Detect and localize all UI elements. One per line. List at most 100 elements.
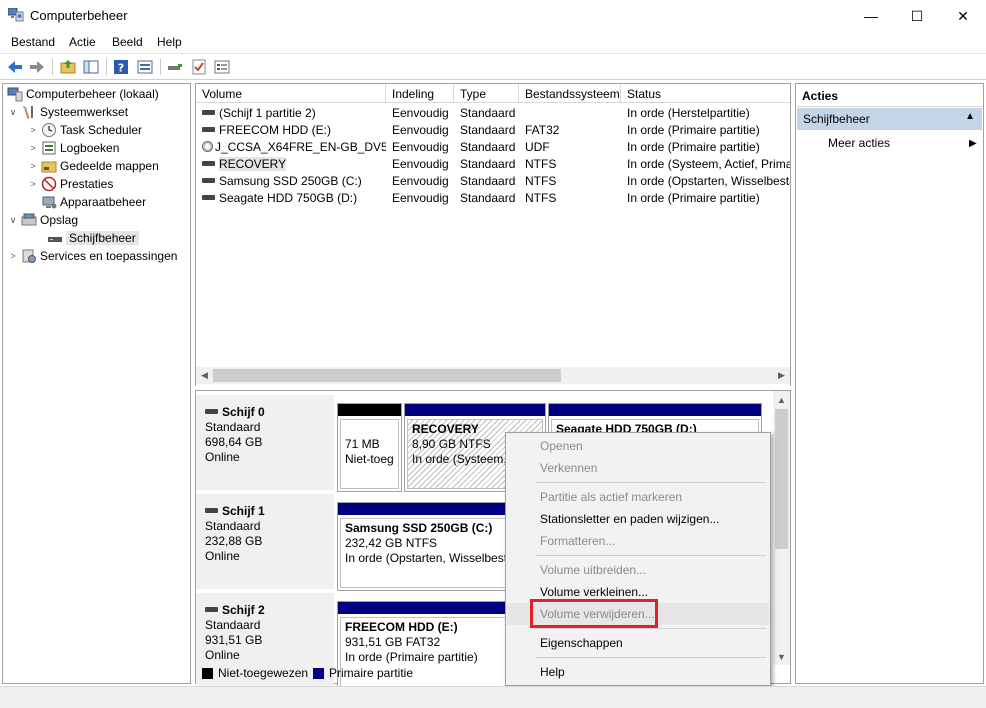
tree-item-schijfbeheer[interactable]: Schijfbeheer [45,229,139,247]
table-row[interactable]: RECOVERY Eenvoudig Standaard NTFS In orde (S… [196,156,790,173]
back-arrow-icon[interactable] [6,58,24,76]
collapse-up-icon[interactable]: ▲ [965,111,975,122]
help-icon[interactable]: ? [112,58,130,76]
show-hide-tree-icon[interactable] [82,58,100,76]
chevron-down-icon[interactable]: ∨ [7,107,19,118]
vertical-scrollbar[interactable]: ▲ ▼ [773,391,790,665]
navigation-tree: Computerbeheer (lokaal) ∨ Systeemwerkset… [2,83,191,684]
properties-icon[interactable] [136,58,154,76]
menu-item-change-drive-letter[interactable]: Stationsletter en paden wijzigen... [507,508,769,530]
table-cell: In orde (Opstarten, Wisselbesta [627,174,790,188]
column-header-volume[interactable]: Volume [196,84,386,103]
actions-more-link[interactable]: Meer acties [828,136,890,150]
horizontal-scrollbar[interactable]: ◀ ▶ [196,367,790,384]
table-row[interactable]: Seagate HDD 750GB (D:) Eenvoudig Standaard… [196,190,790,207]
tree-item-systeemwerkset[interactable]: ∨ Systeemwerkset [7,103,128,121]
menu-item-format[interactable]: Formatteren... [507,530,769,552]
partition[interactable]: 71 MB Niet-toeg [337,403,402,492]
table-cell: Eenvoudig [392,140,449,154]
chevron-right-icon[interactable]: > [27,161,39,171]
menu-item-help[interactable]: Help [507,661,769,683]
performance-icon [41,176,57,192]
actions-pane: Acties Schijfbeheer ▲ Meer acties ▶ [795,83,984,684]
actions-header: Acties [797,85,982,107]
scroll-right-icon[interactable]: ▶ [773,367,790,384]
menu-bestand[interactable]: Bestand [11,35,55,49]
minimize-button[interactable]: — [848,0,894,32]
partition-line: 71 MB [345,437,380,451]
chevron-right-icon[interactable]: > [7,251,19,261]
table-cell: J_CCSA_X64FRE_EN-GB_DV5 (I:) [202,140,386,154]
table-cell: Standaard [460,157,516,171]
table-cell: Seagate HDD 750GB (D:) [202,191,386,205]
disk-label[interactable]: Schijf 1 Standaard 232,88 GB Online [196,494,334,591]
chevron-right-icon[interactable]: > [27,143,39,153]
menu-item-properties[interactable]: Eigenschappen [507,632,769,654]
optical-drive-icon [202,141,213,153]
column-header-bestandssysteem[interactable]: Bestandssysteem [519,84,621,103]
table-row[interactable]: FREECOM HDD (E:) Eenvoudig Standaard FAT32 I… [196,122,790,139]
table-row[interactable]: (Schijf 1 partitie 2) Eenvoudig Standaard I… [196,105,790,122]
check-icon[interactable] [190,58,208,76]
chevron-right-icon[interactable]: > [27,179,39,189]
chevron-right-icon[interactable]: > [27,125,39,135]
menu-beeld[interactable]: Beeld [112,35,143,49]
maximize-button[interactable]: ☐ [894,0,940,32]
tree-item-opslag[interactable]: ∨ Opslag [7,211,78,229]
disk-label[interactable]: Schijf 0 Standaard 698,64 GB Online [196,395,334,492]
column-header-status[interactable]: Status [621,84,791,103]
menu-item-verkennen[interactable]: Verkennen [507,457,769,479]
legend-primary: Primaire partitie [313,666,413,680]
scroll-up-icon[interactable]: ▲ [773,391,790,408]
table-cell: Standaard [460,174,516,188]
table-cell: Eenvoudig [392,191,449,205]
connect-icon[interactable] [166,58,184,76]
device-manager-icon [42,196,57,209]
table-cell: FREECOM HDD (E:) [202,123,386,137]
table-cell: In orde (Systeem, Actief, Primai [627,157,790,171]
tree-item-root[interactable]: Computerbeheer (lokaal) [5,85,159,103]
menu-item-extend-volume[interactable]: Volume uitbreiden... [507,559,769,581]
scrollbar-thumb[interactable] [213,369,561,382]
computer-management-icon [8,8,24,22]
disk-size: 698,64 GB [205,435,263,449]
menu-actie[interactable]: Actie [69,35,96,49]
disk-type: Standaard [205,618,261,632]
list-icon[interactable] [213,58,231,76]
forward-arrow-icon[interactable] [28,58,46,76]
submenu-arrow-icon[interactable]: ▶ [969,138,977,149]
disk-state: Online [205,648,240,662]
table-cell: NTFS [525,157,557,171]
table-cell: Standaard [460,123,516,137]
tree-item-gedeelde-mappen[interactable]: > Gedeelde mappen [27,157,158,175]
drive-icon [202,127,215,133]
tree-item-apparaatbeheer[interactable]: Apparaatbeheer [39,193,146,211]
legend-unallocated: Niet-toegewezen [202,666,308,680]
menu-help[interactable]: Help [157,35,182,49]
chevron-down-icon[interactable]: ∨ [7,215,19,226]
tree-item-task-scheduler[interactable]: > Task Scheduler [27,121,142,139]
volume-list-header: Volume Indeling Type Bestandssysteem Sta… [196,84,790,103]
column-header-type[interactable]: Type [454,84,519,103]
scroll-left-icon[interactable]: ◀ [196,367,213,384]
tree-item-services[interactable]: > Services en toepassingen [7,247,177,265]
close-button[interactable]: ✕ [940,0,986,32]
scrollbar-thumb[interactable] [775,409,788,549]
table-row[interactable]: J_CCSA_X64FRE_EN-GB_DV5 (I:) Eenvoudig Sta… [196,139,790,156]
table-row[interactable]: Samsung SSD 250GB (C:) Eenvoudig Standaard… [196,173,790,190]
partition-bar [338,404,401,416]
table-cell: (Schijf 1 partitie 2) [202,106,386,120]
column-header-indeling[interactable]: Indeling [386,84,454,103]
actions-section-schijfbeheer[interactable]: Schijfbeheer ▲ [797,108,982,130]
disk-type: Standaard [205,420,261,434]
tree-item-prestaties[interactable]: > Prestaties [27,175,113,193]
volume-list: Volume Indeling Type Bestandssysteem Sta… [195,83,791,386]
disk-name: Schijf 1 [205,504,334,519]
drive-icon [202,161,215,167]
folder-up-icon[interactable] [59,58,77,76]
table-cell: Standaard [460,106,516,120]
tree-item-logboeken[interactable]: > Logboeken [27,139,119,157]
menu-item-openen[interactable]: Openen [507,435,769,457]
scroll-down-icon[interactable]: ▼ [773,648,790,665]
menu-item-mark-active[interactable]: Partitie als actief markeren [507,486,769,508]
